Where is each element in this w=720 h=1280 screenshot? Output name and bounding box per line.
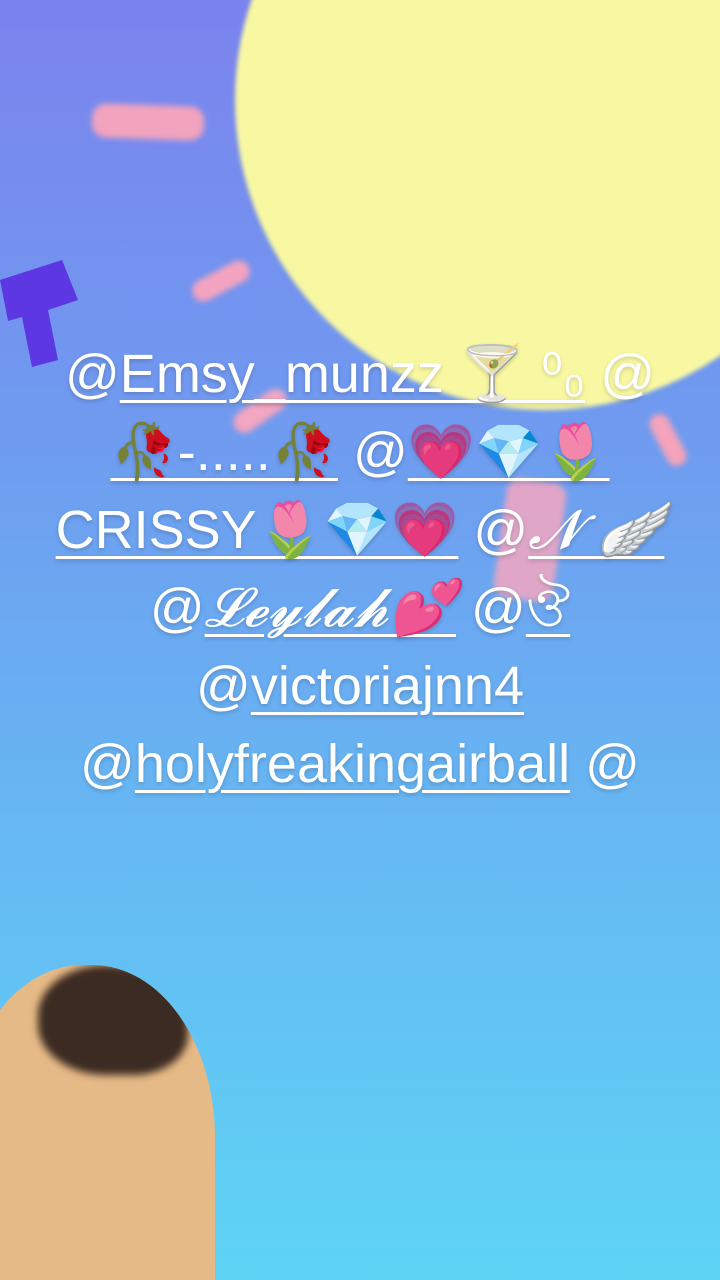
mention-tag[interactable]: @𝓝 🪽 [473,498,664,561]
hair [38,965,188,1075]
mention-text-block: @Emsy_munzz 🍸 ⁰₀ @🥀-.....🥀 @💗💎🌷 CRISSY🌷💎… [30,335,690,803]
video-frame: @Emsy_munzz 🍸 ⁰₀ @🥀-.....🥀 @💗💎🌷 CRISSY🌷💎… [0,0,720,1280]
person-shoulder [0,965,215,1280]
mention-tag[interactable]: @Emsy_munzz 🍸 ⁰₀ [65,344,585,404]
mention-tag[interactable]: @ [585,734,640,794]
mention-tag[interactable]: @𝓛𝓮𝔂𝓵𝓪𝓱💕 [150,576,456,639]
mention-tag[interactable]: @ঔ [471,578,570,638]
confetti-piece [91,103,205,141]
confetti-piece [188,256,254,306]
mention-tag[interactable]: @holyfreakingairball [80,734,570,794]
mention-tag[interactable]: @victoriajnn4 [196,656,524,716]
